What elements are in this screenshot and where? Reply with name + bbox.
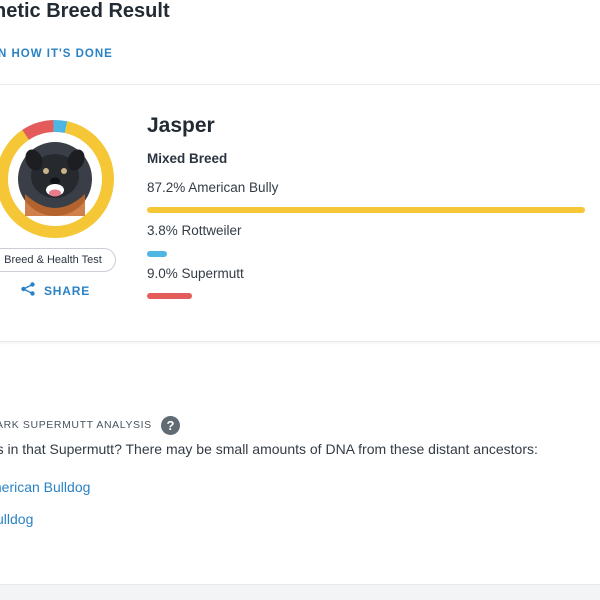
breed-health-test-badge: Breed & Health Test [0, 248, 116, 272]
supermutt-description: t's in that Supermutt? There may be smal… [0, 441, 538, 457]
breed-result-page: netic Breed Result N HOW IT'S DONE Breed… [0, 0, 600, 600]
share-label: SHARE [44, 284, 91, 298]
dog-eye-left [43, 168, 49, 174]
learn-how-link[interactable]: N HOW IT'S DONE [0, 48, 113, 60]
share-icon [20, 281, 36, 302]
breed-donut-chart [0, 114, 120, 244]
ancestor-link-bulldog[interactable]: ulldog [0, 511, 33, 527]
dog-nose [50, 177, 60, 185]
supermutt-analysis-title: ARK SUPERMUTT ANALYSIS [0, 419, 152, 431]
breed-bar-supermutt [147, 293, 193, 299]
breed-label-supermutt: 9.0% Supermutt [147, 266, 244, 281]
dog-eye-right [61, 168, 67, 174]
breed-donut-svg [0, 120, 114, 238]
help-icon[interactable]: ? [161, 416, 180, 435]
breed-bar-rottweiler [147, 251, 167, 257]
footer-strip [0, 584, 600, 600]
dog-photo [14, 138, 96, 220]
dog-name: Jasper [147, 114, 215, 137]
share-button[interactable]: SHARE [20, 281, 91, 302]
breed-label-rottweiler: 3.8% Rottweiler [147, 223, 242, 238]
breed-label-american-bully: 87.2% American Bully [147, 180, 279, 195]
page-title: netic Breed Result [0, 0, 170, 22]
breed-bar-american-bully [147, 207, 585, 213]
ancestor-link-american-bulldog[interactable]: merican Bulldog [0, 479, 90, 495]
mix-label: Mixed Breed [147, 151, 228, 166]
dog-tongue [49, 189, 61, 197]
